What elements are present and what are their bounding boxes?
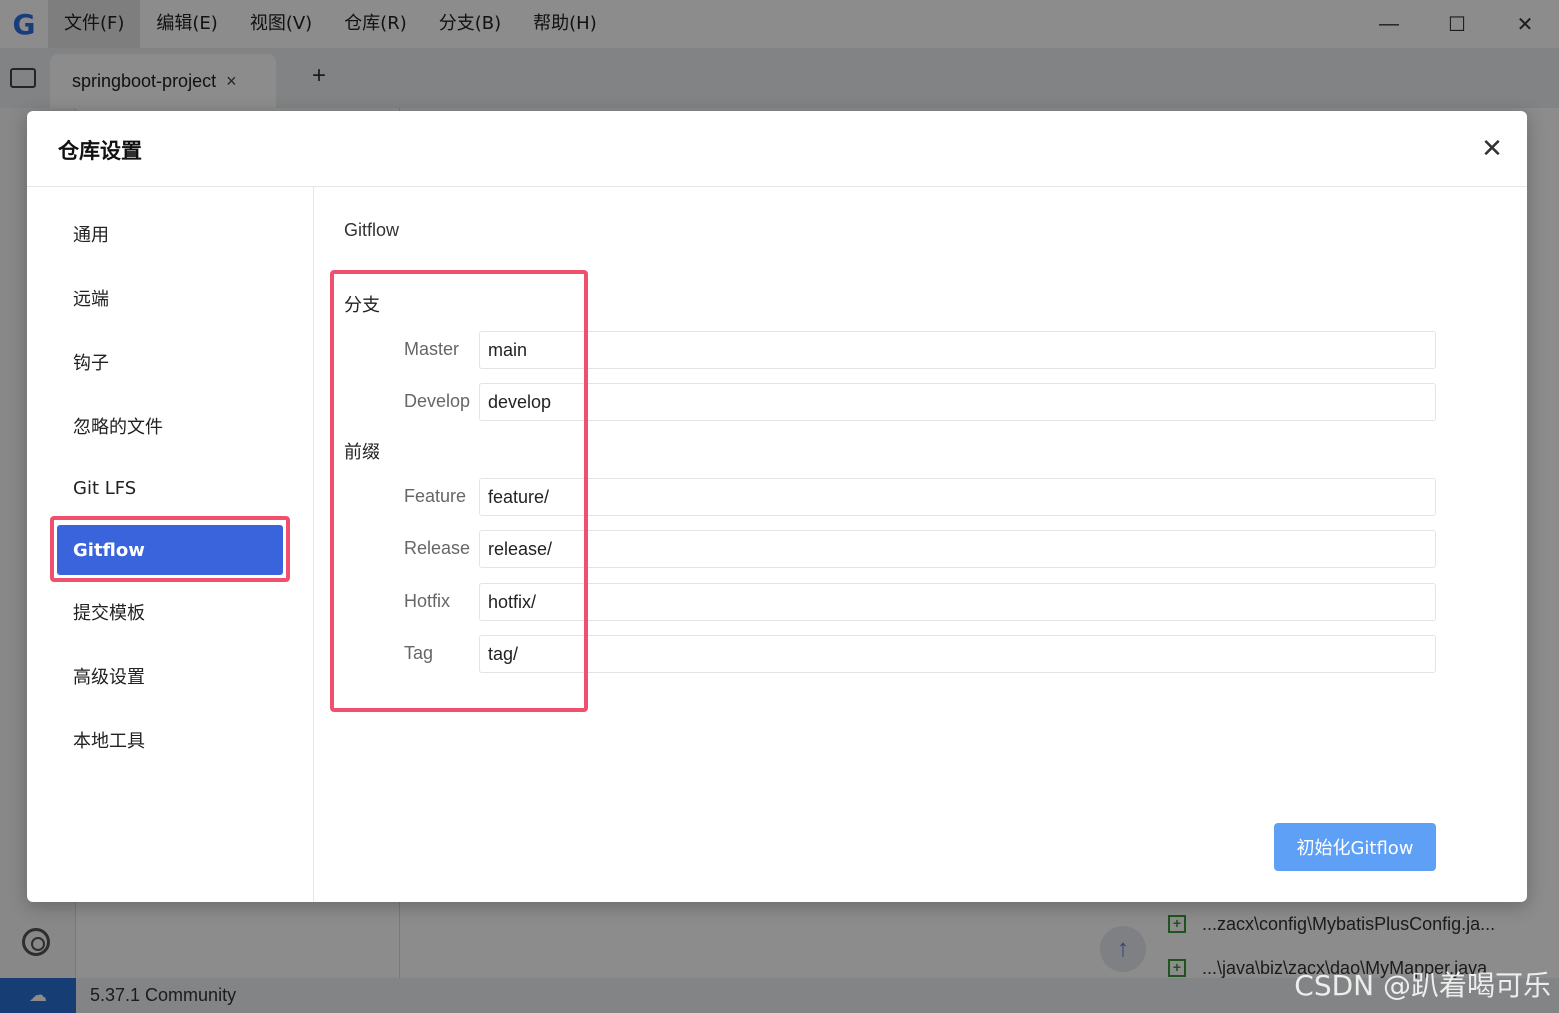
dialog-header: 仓库设置 ✕ (27, 111, 1527, 187)
nav-advanced-settings[interactable]: 高级设置 (57, 651, 283, 701)
nav-ignored-files[interactable]: 忽略的文件 (57, 401, 283, 451)
nav-general[interactable]: 通用 (57, 209, 283, 259)
settings-nav: 通用 远端 钩子 忽略的文件 Git LFS Gitflow 提交模板 高级设置… (27, 187, 314, 902)
nav-highlight-box (50, 516, 290, 582)
hotfix-input[interactable] (479, 583, 1436, 621)
fields-highlight-box (330, 270, 588, 712)
master-input[interactable] (479, 331, 1436, 369)
nav-commit-template[interactable]: 提交模板 (57, 587, 283, 637)
nav-hooks[interactable]: 钩子 (57, 337, 283, 387)
tag-input[interactable] (479, 635, 1436, 673)
dialog-title: 仓库设置 (58, 139, 142, 163)
develop-input[interactable] (479, 383, 1436, 421)
close-icon[interactable]: ✕ (1477, 133, 1507, 163)
nav-remote[interactable]: 远端 (57, 273, 283, 323)
repository-settings-dialog: 仓库设置 ✕ 通用 远端 钩子 忽略的文件 Git LFS Gitflow 提交… (27, 111, 1527, 902)
nav-local-tools[interactable]: 本地工具 (57, 715, 283, 765)
section-title: Gitflow (344, 220, 400, 240)
watermark: CSDN @趴着喝可乐 (1294, 969, 1551, 1002)
init-gitflow-button[interactable]: 初始化Gitflow (1274, 823, 1436, 871)
release-input[interactable] (479, 530, 1436, 568)
gitflow-settings: Gitflow 分支 Master Develop 前缀 Feature Rel… (314, 187, 1527, 902)
nav-git-lfs[interactable]: Git LFS (57, 463, 283, 513)
feature-input[interactable] (479, 478, 1436, 516)
